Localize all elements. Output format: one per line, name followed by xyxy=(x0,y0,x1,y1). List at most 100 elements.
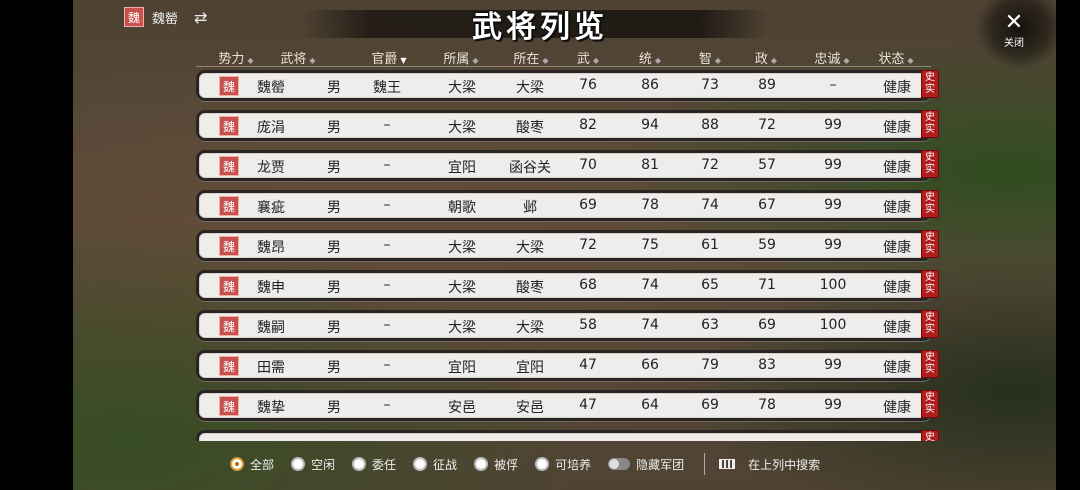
location-city: 酸枣 xyxy=(516,120,544,136)
table-row[interactable]: 魏 魏挚 男 – 安邑 安邑 47 64 69 78 99 健康 史实 xyxy=(196,390,939,421)
toggle-switch-icon xyxy=(608,458,631,470)
search-in-list-button[interactable]: 在上列中搜索 xyxy=(719,456,820,473)
stat-intel: 79 xyxy=(701,357,719,373)
faction-seal-icon: 魏 xyxy=(219,396,239,416)
table-row[interactable]: 魏 龙贾 男 – 宜阳 函谷关 70 81 72 57 99 健康 史实 xyxy=(196,150,939,181)
column-header-title[interactable]: 官爵 ▼ xyxy=(371,48,406,67)
gender: 男 xyxy=(327,360,341,376)
column-header-intel[interactable]: 智 ◆ xyxy=(699,48,721,67)
filter-assigned-radio[interactable]: 委任 xyxy=(352,456,396,473)
general-list[interactable]: 魏 魏罃 男 魏王 大梁 大梁 76 86 73 89 – 健康 史实 魏 庞涓… xyxy=(196,70,956,441)
status: 健康 xyxy=(883,240,911,256)
stat-pol: 67 xyxy=(758,197,776,213)
stat-war: 58 xyxy=(579,317,597,333)
stat-intel: 63 xyxy=(701,317,719,333)
general-name: 田需 xyxy=(257,360,285,376)
loyalty: 99 xyxy=(824,357,842,373)
table-row[interactable]: 魏 田需 男 – 宜阳 宜阳 47 66 79 83 99 健康 史实 xyxy=(196,350,939,381)
table-row[interactable]: 魏 魏昂 男 – 大梁 大梁 72 75 61 59 99 健康 史实 xyxy=(196,230,939,261)
rank-title: – xyxy=(383,317,391,333)
table-row[interactable]: 魏 魏嗣 男 – 大梁 大梁 58 74 63 69 100 健康 史实 xyxy=(196,310,939,341)
column-header-pol[interactable]: 政 ◆ xyxy=(755,48,777,67)
close-button[interactable]: ✕ 关闭 xyxy=(990,12,1038,56)
column-header-war[interactable]: 武 ◆ xyxy=(577,48,599,67)
rank-title: – xyxy=(383,157,391,173)
column-header-loyalty[interactable]: 忠诚 ◆ xyxy=(814,48,849,67)
faction-seal-icon: 魏 xyxy=(219,316,239,336)
loyalty: 99 xyxy=(824,237,842,253)
table-row[interactable]: 史实 xyxy=(196,430,939,441)
column-header-faction[interactable]: 势力 ◆ xyxy=(218,48,253,67)
general-name: 魏挚 xyxy=(257,400,285,416)
general-name: 龙贾 xyxy=(257,160,285,176)
filter-all-radio[interactable]: 全部 xyxy=(230,456,274,473)
belong-city: 安邑 xyxy=(448,400,476,416)
stat-pol: 78 xyxy=(758,397,776,413)
hide-legion-toggle[interactable]: 隐藏军团 xyxy=(608,456,684,473)
rank-title: 魏王 xyxy=(373,80,401,96)
column-header-belong[interactable]: 所属 ◆ xyxy=(443,48,478,67)
stat-lead: 74 xyxy=(641,317,659,333)
radio-icon xyxy=(352,457,367,471)
rank-title: – xyxy=(383,117,391,133)
location-city: 宜阳 xyxy=(516,360,544,376)
rank-title: – xyxy=(383,277,391,293)
header-divider xyxy=(196,66,931,67)
faction-seal-icon: 魏 xyxy=(219,276,239,296)
stat-war: 72 xyxy=(579,237,597,253)
table-row[interactable]: 魏 魏罃 男 魏王 大梁 大梁 76 86 73 89 – 健康 史实 xyxy=(196,70,939,101)
faction-seal-icon: 魏 xyxy=(219,236,239,256)
stat-war: 76 xyxy=(579,77,597,93)
gender: 男 xyxy=(327,160,341,176)
filter-captured-radio[interactable]: 被俘 xyxy=(474,456,518,473)
filter-label: 可培养 xyxy=(555,457,592,472)
filter-label: 委任 xyxy=(372,457,397,472)
column-header-lead[interactable]: 统 ◆ xyxy=(639,48,661,67)
loyalty: 100 xyxy=(819,317,847,333)
table-row[interactable]: 魏 襄疵 男 – 朝歌 邺 69 78 74 67 99 健康 史实 xyxy=(196,190,939,221)
location-city: 酸枣 xyxy=(516,280,544,296)
rank-title: – xyxy=(383,237,391,253)
loyalty: 100 xyxy=(819,277,847,293)
stat-lead: 74 xyxy=(641,277,659,293)
column-header-general[interactable]: 武将 ◆ xyxy=(280,48,315,67)
status: 健康 xyxy=(883,360,911,376)
table-row[interactable]: 魏 魏申 男 – 大梁 酸枣 68 74 65 71 100 健康 史实 xyxy=(196,270,939,301)
filter-idle-radio[interactable]: 空闲 xyxy=(291,456,335,473)
gender: 男 xyxy=(327,280,341,296)
gender: 男 xyxy=(327,120,341,136)
status: 健康 xyxy=(883,200,911,216)
historical-badge: 史实 xyxy=(921,350,939,378)
stat-intel: 72 xyxy=(701,157,719,173)
belong-city: 宜阳 xyxy=(448,360,476,376)
stat-lead: 75 xyxy=(641,237,659,253)
filter-campaign-radio[interactable]: 征战 xyxy=(413,456,457,473)
stat-war: 70 xyxy=(579,157,597,173)
filter-label: 被俘 xyxy=(494,457,519,472)
faction-seal-icon: 魏 xyxy=(219,116,239,136)
status: 健康 xyxy=(883,80,911,96)
column-header-location[interactable]: 所在 ◆ xyxy=(513,48,548,67)
gender: 男 xyxy=(327,80,341,96)
stat-war: 68 xyxy=(579,277,597,293)
close-label: 关闭 xyxy=(1004,38,1024,49)
loyalty: 99 xyxy=(824,397,842,413)
belong-city: 宜阳 xyxy=(448,160,476,176)
stat-lead: 94 xyxy=(641,117,659,133)
historical-badge: 史实 xyxy=(921,70,939,98)
radio-icon xyxy=(535,457,550,471)
stat-lead: 86 xyxy=(641,77,659,93)
column-header-status[interactable]: 状态 ◆ xyxy=(878,48,913,67)
general-name: 庞涓 xyxy=(257,120,285,136)
location-city: 大梁 xyxy=(516,320,544,336)
stat-intel: 73 xyxy=(701,77,719,93)
stat-intel: 69 xyxy=(701,397,719,413)
page-title: 武将列览 xyxy=(472,10,608,45)
filter-trainable-radio[interactable]: 可培养 xyxy=(535,456,591,473)
location-city: 邺 xyxy=(523,200,537,216)
filter-label: 征战 xyxy=(433,457,458,472)
table-row[interactable]: 魏 庞涓 男 – 大梁 酸枣 82 94 88 72 99 健康 史实 xyxy=(196,110,939,141)
historical-badge: 史实 xyxy=(921,150,939,178)
column-headers: 势力 ◆ 武将 ◆ 官爵 ▼ 所属 ◆ 所在 ◆ 武 ◆ 统 ◆ 智 ◆ 政 ◆ 忠诚 ◆ 状态 ◆ xyxy=(196,48,936,67)
general-name: 魏昂 xyxy=(257,240,285,256)
